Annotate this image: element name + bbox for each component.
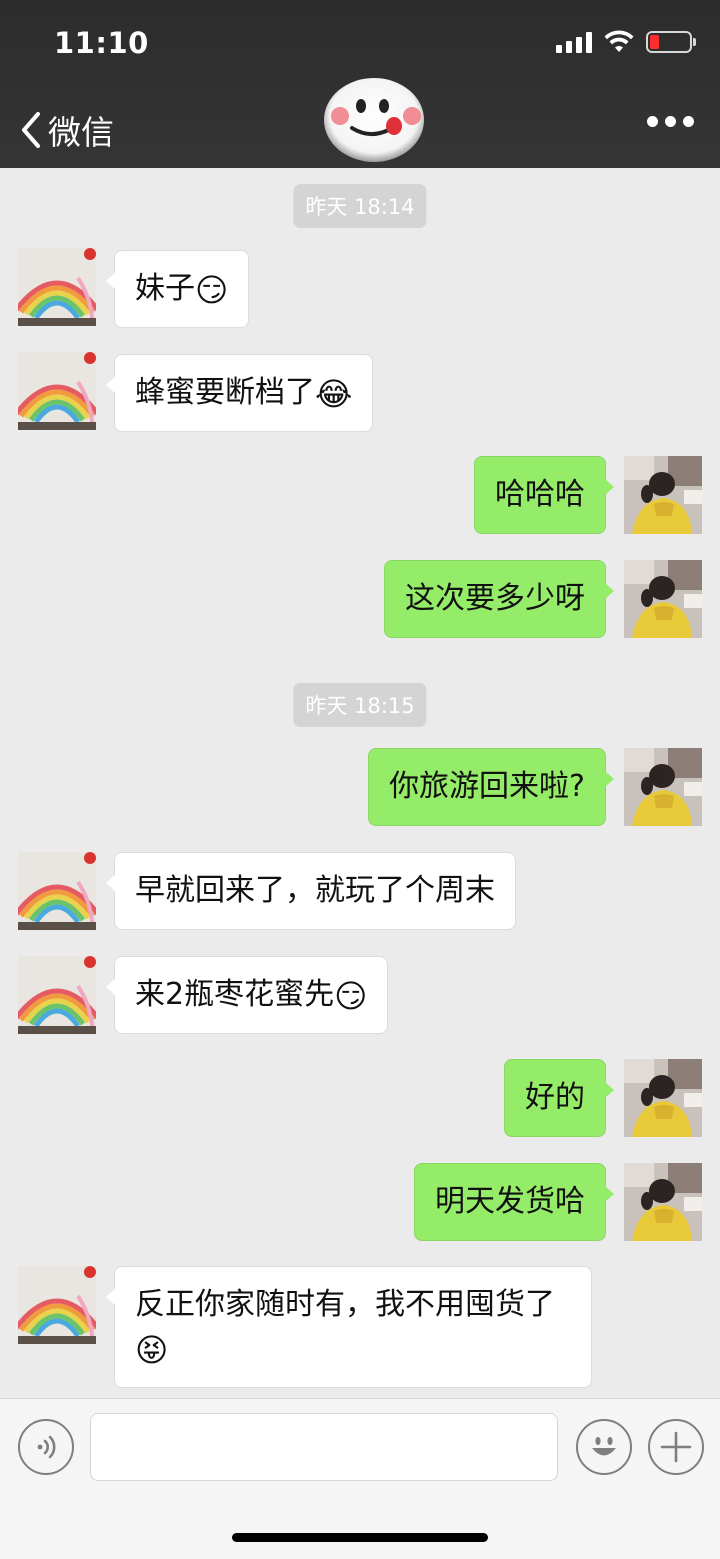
- input-bar: [0, 1398, 720, 1496]
- emoji-button[interactable]: [576, 1419, 632, 1475]
- battery-icon: [646, 31, 696, 53]
- my-avatar[interactable]: [624, 748, 702, 826]
- back-label: 微信: [48, 113, 114, 152]
- voice-button[interactable]: [18, 1419, 74, 1475]
- contact-avatar[interactable]: [18, 852, 96, 930]
- more-button[interactable]: [647, 116, 694, 127]
- timestamp-pill: 昨天 18:14: [293, 184, 427, 228]
- contact-avatar[interactable]: [18, 1266, 96, 1344]
- my-avatar[interactable]: [624, 560, 702, 638]
- chevron-left-icon: [22, 112, 40, 148]
- message-text: 反正你家随时有，我不用囤货了: [135, 1287, 555, 1322]
- status-time: 11:10: [54, 26, 149, 60]
- incoming-bubble[interactable]: 早就回来了，就玩了个周末: [106, 852, 516, 930]
- message-text: 妹子: [135, 271, 195, 306]
- outgoing-bubble[interactable]: 明天发货哈: [414, 1163, 614, 1241]
- outgoing-bubble[interactable]: 这次要多少呀: [384, 560, 614, 638]
- signal-icon: [556, 31, 592, 53]
- outgoing-bubble[interactable]: 你旅游回来啦?: [368, 748, 614, 826]
- more-dot: [665, 116, 676, 127]
- smirk-emoji-icon: 😏: [334, 977, 368, 1015]
- chat-header: 11:10 微信: [0, 0, 720, 168]
- status-icons: [556, 30, 696, 54]
- my-avatar[interactable]: [624, 1163, 702, 1241]
- more-dot: [647, 116, 658, 127]
- wifi-icon: [604, 30, 634, 52]
- message-text: 来2瓶枣花蜜先: [135, 977, 335, 1012]
- contact-avatar-face[interactable]: [322, 76, 426, 164]
- incoming-bubble[interactable]: 反正你家随时有，我不用囤货了 😝: [106, 1266, 592, 1388]
- plus-icon: [660, 1431, 692, 1463]
- my-avatar[interactable]: [624, 1059, 702, 1137]
- contact-avatar[interactable]: [18, 248, 96, 326]
- contact-avatar[interactable]: [18, 352, 96, 430]
- smirk-emoji-icon: 😏: [195, 271, 229, 309]
- emoji-smile-icon: [592, 1437, 616, 1456]
- message-input[interactable]: [90, 1413, 558, 1481]
- plus-button[interactable]: [648, 1419, 704, 1475]
- back-button[interactable]: 微信: [18, 106, 114, 154]
- timestamp-pill: 昨天 18:15: [293, 683, 427, 727]
- more-dot: [683, 116, 694, 127]
- outgoing-bubble[interactable]: 哈哈哈: [474, 456, 614, 534]
- outgoing-bubble[interactable]: 好的: [504, 1059, 614, 1137]
- voice-icon: [37, 1435, 56, 1459]
- contact-avatar[interactable]: [18, 956, 96, 1034]
- incoming-bubble[interactable]: 蜂蜜要断档了😂: [105, 354, 374, 432]
- home-indicator[interactable]: [232, 1533, 488, 1542]
- chat-area[interactable]: 昨天 18:14 妹子😏 蜂蜜要断档了😂 哈哈哈 这次要多少呀 昨天 18:15…: [0, 168, 720, 1398]
- my-avatar[interactable]: [624, 456, 702, 534]
- message-text: 蜂蜜要断档了: [135, 375, 315, 410]
- tongue-out-emoji-icon: 😝: [135, 1331, 169, 1369]
- home-area: [0, 1496, 720, 1559]
- incoming-bubble[interactable]: 来2瓶枣花蜜先😏: [105, 956, 389, 1034]
- laughing-tears-emoji-icon: 😂: [315, 375, 353, 413]
- incoming-bubble[interactable]: 妹子😏: [105, 250, 250, 328]
